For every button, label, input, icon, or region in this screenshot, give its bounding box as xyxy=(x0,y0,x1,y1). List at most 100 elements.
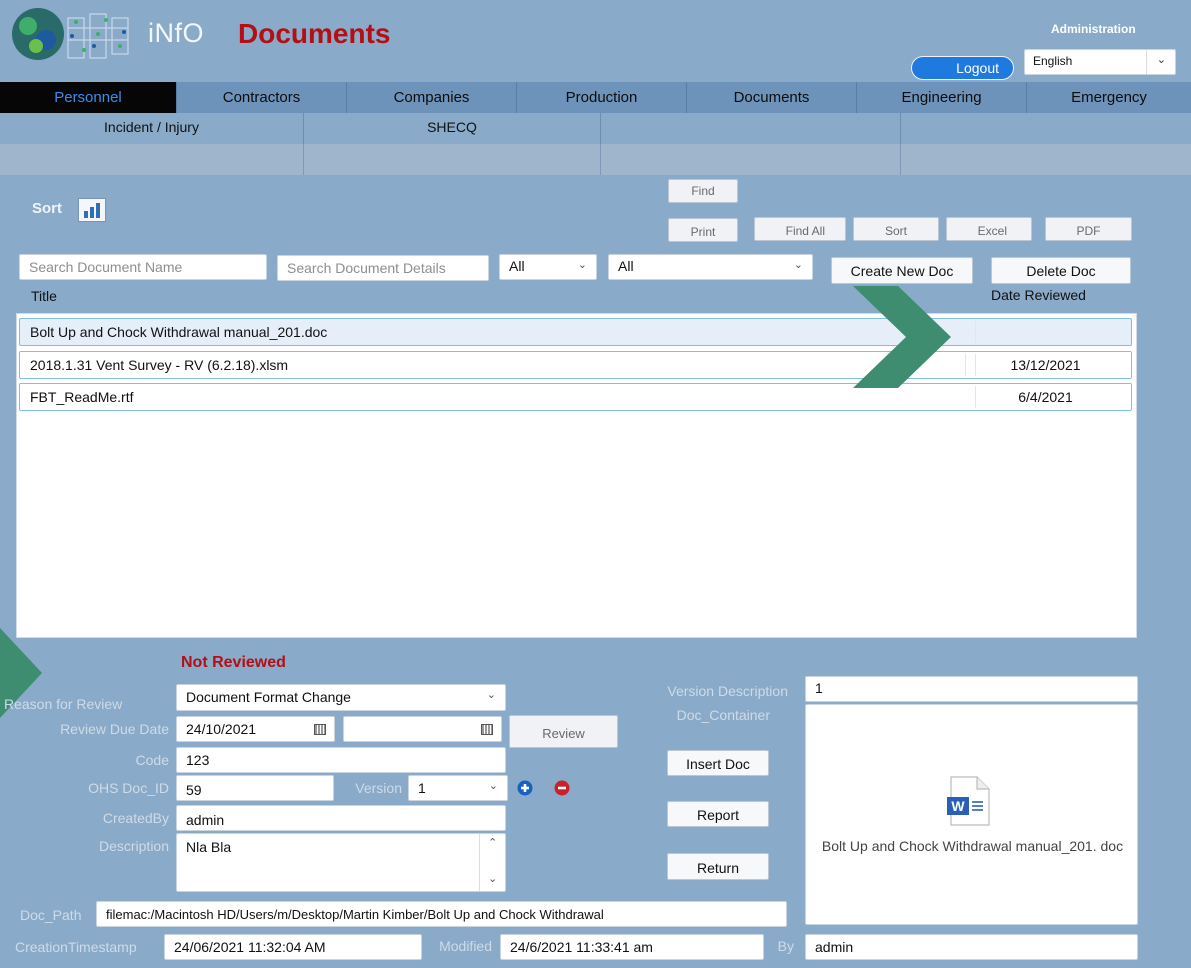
review-due-date-2-field[interactable] xyxy=(343,716,502,742)
description-value: Nla Bla xyxy=(186,839,232,855)
find-button[interactable]: Find xyxy=(668,179,738,203)
create-new-doc-button[interactable]: Create New Doc xyxy=(831,257,973,284)
delete-doc-button[interactable]: Delete Doc xyxy=(991,257,1131,284)
chevron-down-icon: ⌄ xyxy=(793,259,803,271)
chevron-down-icon: ⌄ xyxy=(488,780,498,792)
review-status: Not Reviewed xyxy=(181,654,286,671)
modified-field[interactable]: 24/6/2021 11:33:41 am xyxy=(500,934,764,960)
ohs-doc-id-label: OHS Doc_ID xyxy=(88,780,169,796)
version-description-field[interactable]: 1 xyxy=(805,676,1138,702)
doc-container-label: Doc_Container xyxy=(676,707,770,723)
tab-personnel[interactable]: Personnel xyxy=(0,82,177,113)
createdby-label: CreatedBy xyxy=(102,810,169,826)
row-title: Bolt Up and Chock Withdrawal manual_201.… xyxy=(30,324,328,340)
table-row[interactable]: Bolt Up and Chock Withdrawal manual_201.… xyxy=(19,318,1132,346)
subtab-empty-1[interactable] xyxy=(601,113,901,144)
tertiary-tab xyxy=(901,144,1191,175)
row-date: 13/12/2021 xyxy=(975,354,1115,376)
find-all-button[interactable]: Find All xyxy=(754,217,846,241)
filter-select-1[interactable]: All ⌄ xyxy=(499,254,597,280)
return-button[interactable]: Return xyxy=(667,853,769,880)
primary-nav: Personnel Contractors Companies Producti… xyxy=(0,82,1191,113)
filter-select-2-value: All xyxy=(618,258,634,274)
row-title: 2018.1.31 Vent Survey - RV (6.2.18).xlsm xyxy=(30,357,289,373)
filter-select-2[interactable]: All ⌄ xyxy=(608,254,813,280)
creation-timestamp-label: CreationTimestamp xyxy=(15,939,137,955)
logout-button[interactable]: Logout xyxy=(911,56,1014,80)
excel-button[interactable]: Excel xyxy=(946,217,1032,241)
table-row[interactable]: FBT_ReadMe.rtf 6/4/2021 xyxy=(19,383,1132,411)
version-description-label: Version Description xyxy=(667,683,788,699)
reason-label: Reason for Review xyxy=(4,696,123,712)
reason-select[interactable]: Document Format Change ⌄ xyxy=(176,684,506,711)
logo-text: iNfO xyxy=(148,18,204,48)
sort-label: Sort xyxy=(32,200,62,217)
calendar-icon[interactable] xyxy=(314,724,326,735)
row-title: FBT_ReadMe.rtf xyxy=(30,389,134,405)
table-row[interactable]: 2018.1.31 Vent Survey - RV (6.2.18).xlsm… xyxy=(19,351,1132,379)
tab-engineering[interactable]: Engineering xyxy=(857,82,1027,113)
filter-select-1-value: All xyxy=(509,258,525,274)
tab-emergency[interactable]: Emergency xyxy=(1027,82,1191,113)
tab-production[interactable]: Production xyxy=(517,82,687,113)
row-date xyxy=(975,321,1115,343)
version-select[interactable]: 1 ⌄ xyxy=(408,775,508,801)
review-due-label: Review Due Date xyxy=(60,721,169,737)
column-header-date-reviewed: Date Reviewed xyxy=(991,287,1086,303)
by-field[interactable]: admin xyxy=(805,934,1138,960)
code-label: Code xyxy=(135,752,169,768)
tertiary-tab xyxy=(304,144,601,175)
chevron-up-icon: ⌃ xyxy=(488,837,498,849)
tab-documents[interactable]: Documents xyxy=(687,82,857,113)
subtab-empty-2[interactable] xyxy=(901,113,1191,144)
reason-value: Document Format Change xyxy=(186,689,351,705)
page-title: Documents xyxy=(238,18,391,49)
createdby-field[interactable]: admin xyxy=(176,805,506,831)
review-button[interactable]: Review xyxy=(509,715,618,748)
tertiary-nav xyxy=(0,144,1191,175)
by-label: By xyxy=(777,938,794,954)
remove-version-icon[interactable] xyxy=(554,780,570,796)
ohs-doc-id-field[interactable]: 59 xyxy=(176,775,334,801)
subtab-shecq[interactable]: SHECQ xyxy=(304,113,601,144)
print-button[interactable]: Print xyxy=(668,218,738,242)
sort-button[interactable]: Sort xyxy=(853,217,939,241)
doc-container-caption: Bolt Up and Chock Withdrawal manual_201.… xyxy=(821,838,1124,854)
bar-chart-icon[interactable] xyxy=(78,198,106,222)
language-select[interactable]: English ⌄ xyxy=(1024,49,1176,75)
chevron-down-icon: ⌄ xyxy=(577,259,587,271)
tertiary-tab xyxy=(601,144,901,175)
administration-link[interactable]: Administration xyxy=(1051,22,1136,36)
document-list: Bolt Up and Chock Withdrawal manual_201.… xyxy=(16,313,1137,638)
description-label: Description xyxy=(98,838,169,854)
version-label: Version xyxy=(355,780,402,796)
chevron-down-icon: ⌄ xyxy=(486,689,496,701)
description-textarea[interactable]: Nla Bla ⌃ ⌄ xyxy=(176,833,506,892)
subtab-incident-injury[interactable]: Incident / Injury xyxy=(0,113,304,144)
calendar-icon[interactable] xyxy=(481,724,493,735)
search-name-input[interactable]: Search Document Name xyxy=(19,254,267,280)
add-version-icon[interactable] xyxy=(517,780,533,796)
textarea-scrollbar[interactable]: ⌃ ⌄ xyxy=(479,834,505,891)
code-field[interactable]: 123 xyxy=(176,747,506,773)
search-details-input[interactable]: Search Document Details xyxy=(277,255,489,281)
doc-container[interactable]: W Bolt Up and Chock Withdrawal manual_20… xyxy=(805,704,1138,925)
word-document-icon: W xyxy=(947,776,990,826)
tab-contractors[interactable]: Contractors xyxy=(177,82,347,113)
tab-companies[interactable]: Companies xyxy=(347,82,517,113)
secondary-nav: Incident / Injury SHECQ xyxy=(0,113,1191,144)
row-date: 6/4/2021 xyxy=(975,386,1115,408)
review-due-date-field[interactable]: 24/10/2021 xyxy=(176,716,335,742)
version-value: 1 xyxy=(418,780,426,796)
insert-doc-button[interactable]: Insert Doc xyxy=(667,750,769,776)
svg-text:W: W xyxy=(951,798,965,814)
chevron-down-icon: ⌄ xyxy=(1156,54,1166,66)
report-button[interactable]: Report xyxy=(667,801,769,827)
pdf-button[interactable]: PDF xyxy=(1045,217,1132,241)
modified-label: Modified xyxy=(439,938,492,954)
doc-path-field[interactable]: filemac:/Macintosh HD/Users/m/Desktop/Ma… xyxy=(96,901,787,927)
language-value: English xyxy=(1033,54,1073,68)
creation-timestamp-field[interactable]: 24/06/2021 11:32:04 AM xyxy=(164,934,422,960)
chevron-down-icon: ⌄ xyxy=(488,873,498,885)
review-due-value: 24/10/2021 xyxy=(186,721,257,737)
